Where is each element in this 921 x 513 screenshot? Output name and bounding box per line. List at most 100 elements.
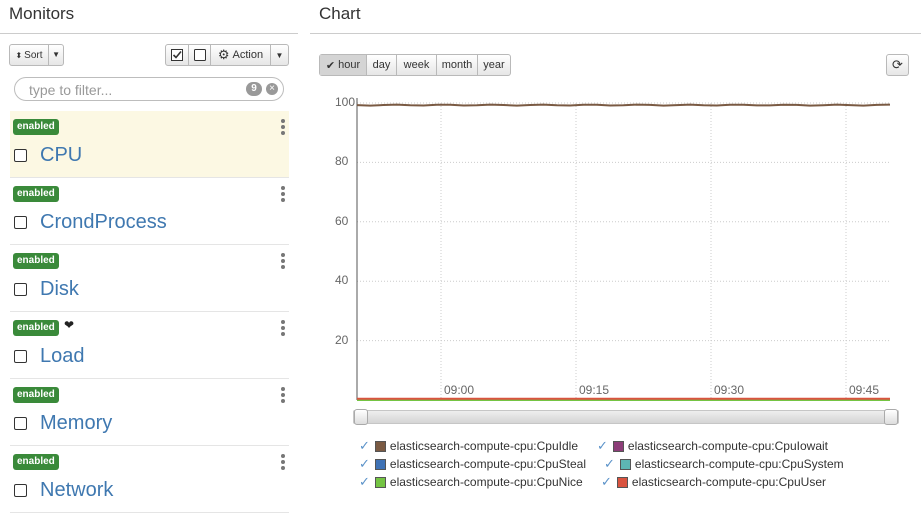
legend-label: elasticsearch-compute-cpu:CpuSteal	[389, 457, 587, 471]
series-swatch	[374, 440, 386, 452]
monitor-checkbox[interactable]	[14, 484, 27, 497]
monitor-row-cpu[interactable]: enabled CPU	[10, 111, 289, 178]
x-tick-label: 09:00	[444, 383, 475, 397]
x-tick-label: 09:30	[714, 383, 745, 397]
monitor-row-network[interactable]: enabled Network	[10, 446, 289, 513]
monitor-name-link[interactable]: Disk	[40, 278, 79, 301]
sort-icon: ⬍	[15, 50, 23, 60]
filter-count-badge: 9	[246, 82, 262, 96]
legend-item[interactable]: ✓ elasticsearch-compute-cpu:CpuUser	[601, 474, 826, 490]
status-badge: enabled	[13, 320, 59, 336]
series-swatch	[374, 476, 386, 488]
heart-icon: ❤	[64, 318, 75, 332]
check-icon: ✓	[359, 456, 370, 471]
y-tick-label: 100	[335, 95, 356, 109]
chart-title: Chart	[319, 4, 361, 23]
legend-item[interactable]: ✓ elasticsearch-compute-cpu:CpuIdle	[359, 438, 578, 454]
more-options-icon[interactable]	[280, 253, 286, 271]
range-navigator[interactable]	[353, 409, 899, 425]
range-handle-left[interactable]	[354, 409, 368, 425]
y-tick-label: 60	[335, 213, 349, 228]
series-swatch	[612, 440, 624, 452]
monitor-name-link[interactable]: CPU	[40, 144, 82, 167]
monitor-checkbox[interactable]	[14, 216, 27, 229]
more-options-icon[interactable]	[280, 186, 286, 204]
check-icon: ✓	[601, 474, 612, 489]
x-tick-label: 09:45	[849, 383, 880, 397]
monitor-name-link[interactable]: Load	[40, 345, 85, 368]
range-handle-right[interactable]	[884, 409, 898, 425]
check-icon: ✓	[597, 438, 608, 453]
series-line-0	[356, 103, 891, 107]
check-icon: ✓	[359, 438, 370, 453]
legend-label: elasticsearch-compute-cpu:CpuIdle	[389, 439, 578, 453]
check-icon: ✔	[325, 59, 336, 72]
chart-title-divider	[310, 33, 921, 34]
filter-placeholder: type to filter...	[29, 82, 113, 98]
sort-label: Sort	[24, 49, 43, 61]
range-month-button[interactable]: month	[437, 55, 478, 75]
checked-box-icon	[171, 49, 183, 61]
monitor-name-link[interactable]: CrondProcess	[40, 211, 167, 234]
monitor-checkbox[interactable]	[14, 149, 27, 162]
range-day-button[interactable]: day	[367, 55, 397, 75]
time-range-group: ✔ hour day week month year	[319, 54, 511, 76]
monitors-title-divider	[0, 33, 298, 34]
gear-icon: ⚙	[217, 47, 230, 62]
status-badge: enabled	[13, 454, 59, 470]
clear-filter-icon[interactable]: ×	[266, 83, 278, 95]
status-badge: enabled	[13, 186, 59, 202]
monitor-checkbox[interactable]	[14, 350, 27, 363]
series-swatch	[619, 458, 631, 470]
legend-item[interactable]: ✓ elasticsearch-compute-cpu:CpuNice	[359, 474, 583, 490]
legend-label: elasticsearch-compute-cpu:CpuSystem	[634, 457, 844, 471]
monitor-name-link[interactable]: Memory	[40, 412, 112, 435]
y-tick-label: 20	[335, 332, 349, 347]
more-options-icon[interactable]	[280, 119, 286, 137]
range-hour-label: hour	[338, 59, 361, 71]
legend-label: elasticsearch-compute-cpu:CpuNice	[389, 475, 583, 489]
legend-label: elasticsearch-compute-cpu:CpuIowait	[627, 439, 828, 453]
more-options-icon[interactable]	[280, 387, 286, 405]
legend-label: elasticsearch-compute-cpu:CpuUser	[631, 475, 826, 489]
check-icon: ✓	[359, 474, 370, 489]
action-button[interactable]: ⚙ Action	[211, 45, 271, 65]
series-swatch	[616, 476, 628, 488]
refresh-icon: ⟳	[892, 57, 903, 72]
legend-item[interactable]: ✓ elasticsearch-compute-cpu:CpuSystem	[604, 456, 844, 472]
range-year-button[interactable]: year	[478, 55, 510, 75]
status-badge: enabled	[13, 387, 59, 403]
select-none-button[interactable]	[189, 45, 211, 65]
y-tick-label: 40	[335, 273, 349, 288]
monitor-checkbox[interactable]	[14, 283, 27, 296]
monitor-row-memory[interactable]: enabled Memory	[10, 379, 289, 446]
status-badge: enabled	[13, 253, 59, 269]
action-label: Action	[232, 49, 264, 61]
monitor-row-load[interactable]: enabled ❤ Load	[10, 312, 289, 379]
legend-item[interactable]: ✓ elasticsearch-compute-cpu:CpuSteal	[359, 456, 586, 472]
empty-box-icon	[193, 49, 206, 61]
series-swatch	[374, 458, 386, 470]
monitors-title: Monitors	[9, 4, 75, 23]
action-caret-icon[interactable]: ▼	[271, 45, 288, 65]
monitor-name-link[interactable]: Network	[40, 479, 113, 502]
y-tick-label: 80	[335, 154, 349, 169]
more-options-icon[interactable]	[280, 454, 286, 472]
select-all-button[interactable]	[166, 45, 189, 65]
refresh-button[interactable]: ⟳	[886, 54, 909, 76]
sort-button[interactable]: ⬍ Sort	[10, 45, 49, 65]
monitor-row-crondprocess[interactable]: enabled CrondProcess	[10, 178, 289, 245]
check-icon: ✓	[604, 456, 615, 471]
sort-dropdown[interactable]: ⬍ Sort ▼	[9, 44, 64, 66]
range-week-button[interactable]: week	[397, 55, 437, 75]
bulk-actions-group: ⚙ Action ▼	[165, 44, 289, 66]
sort-caret-icon[interactable]: ▼	[52, 50, 60, 59]
status-badge: enabled	[13, 119, 59, 135]
legend-item[interactable]: ✓ elasticsearch-compute-cpu:CpuIowait	[597, 438, 828, 454]
range-hour-button[interactable]: ✔ hour	[320, 55, 367, 75]
x-tick-label: 09:15	[579, 383, 610, 397]
monitor-row-disk[interactable]: enabled Disk	[10, 245, 289, 312]
more-options-icon[interactable]	[280, 320, 286, 338]
monitor-checkbox[interactable]	[14, 417, 27, 430]
filter-input[interactable]: type to filter... 9 ×	[14, 77, 284, 101]
